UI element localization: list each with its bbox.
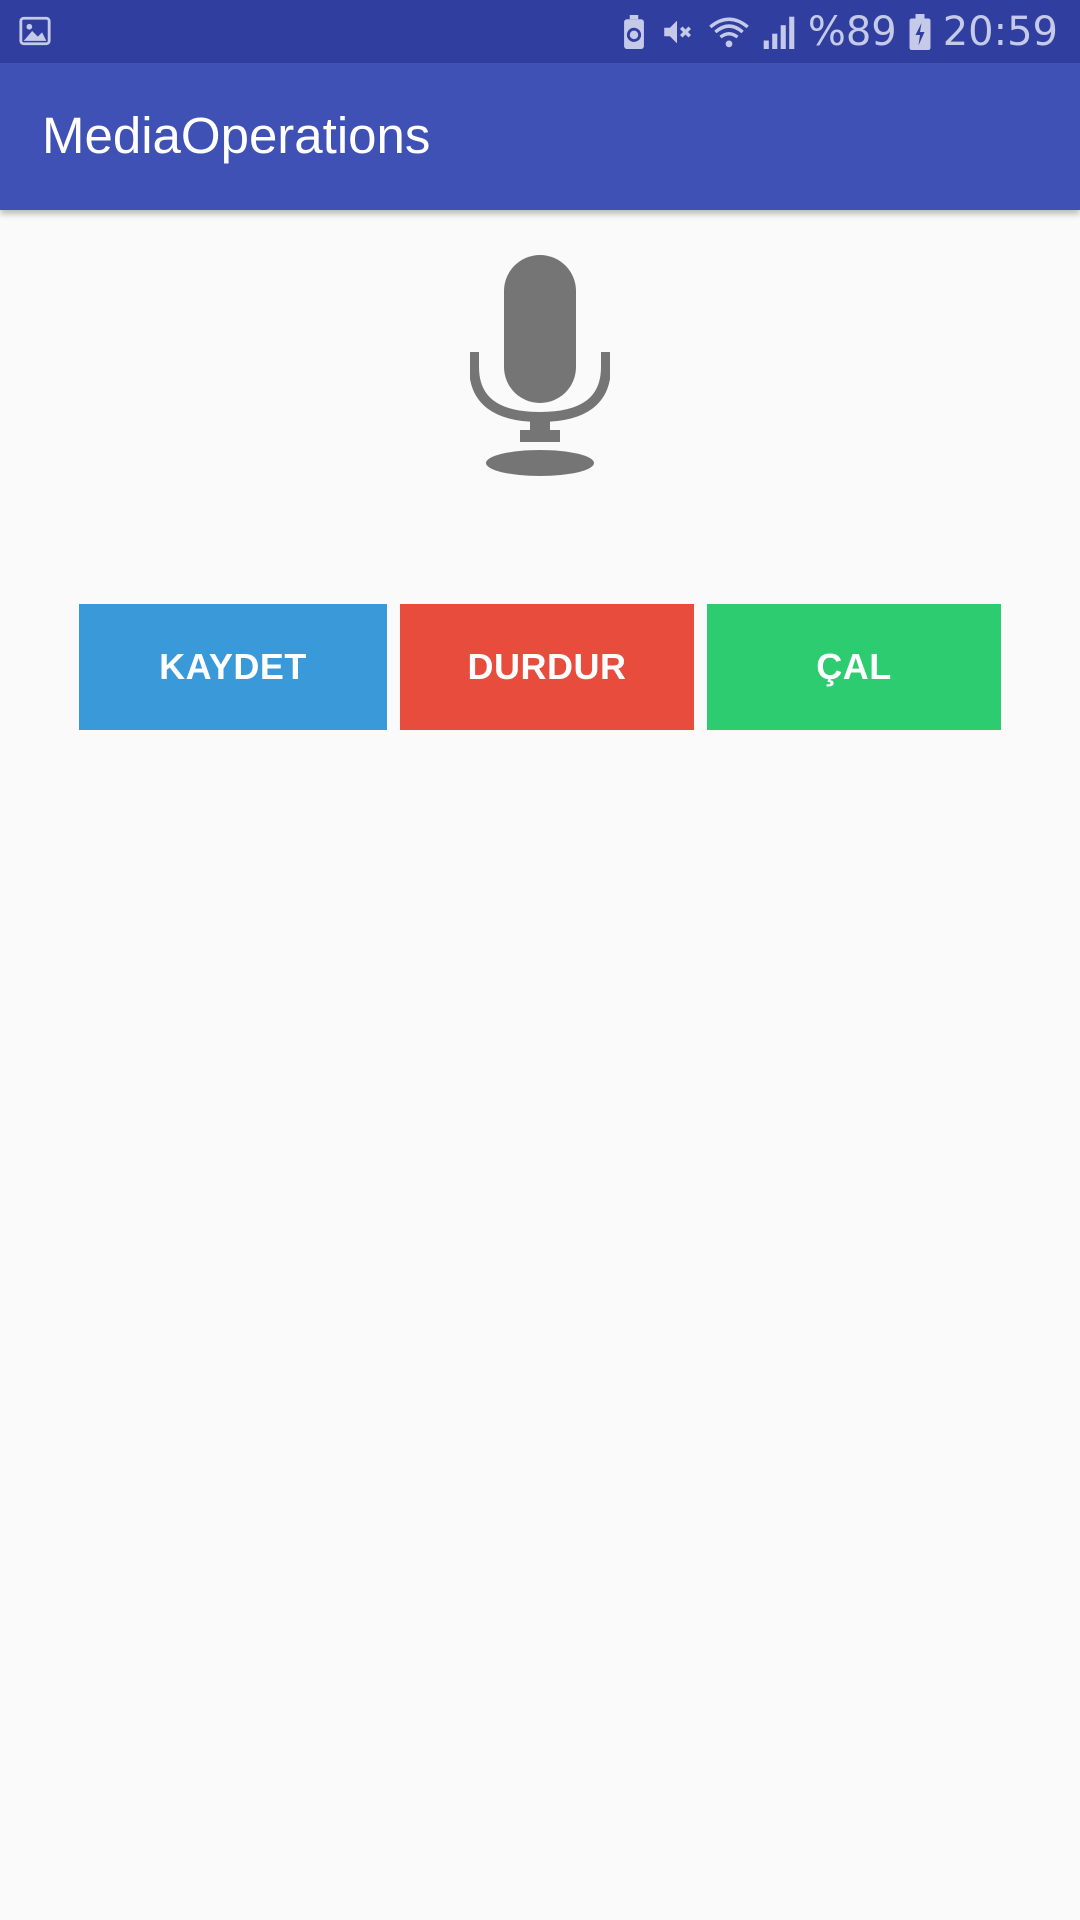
mute-icon xyxy=(658,15,696,49)
battery-charging-icon xyxy=(909,13,931,50)
status-icons: %89 20:59 xyxy=(622,0,1058,63)
signal-icon xyxy=(762,15,796,49)
status-bar: %89 20:59 xyxy=(0,0,1080,63)
wifi-icon xyxy=(708,15,750,49)
play-button[interactable]: ÇAL xyxy=(707,604,1001,730)
status-time: 20:59 xyxy=(942,8,1058,55)
microphone-icon[interactable] xyxy=(469,255,611,480)
app-bar: MediaOperations xyxy=(0,63,1080,210)
battery-saver-icon xyxy=(622,14,646,49)
image-notification-icon xyxy=(18,14,52,48)
record-button[interactable]: KAYDET xyxy=(79,604,387,730)
stop-button[interactable]: DURDUR xyxy=(400,604,694,730)
app-title: MediaOperations xyxy=(42,107,431,164)
battery-percent: %89 xyxy=(807,8,897,55)
